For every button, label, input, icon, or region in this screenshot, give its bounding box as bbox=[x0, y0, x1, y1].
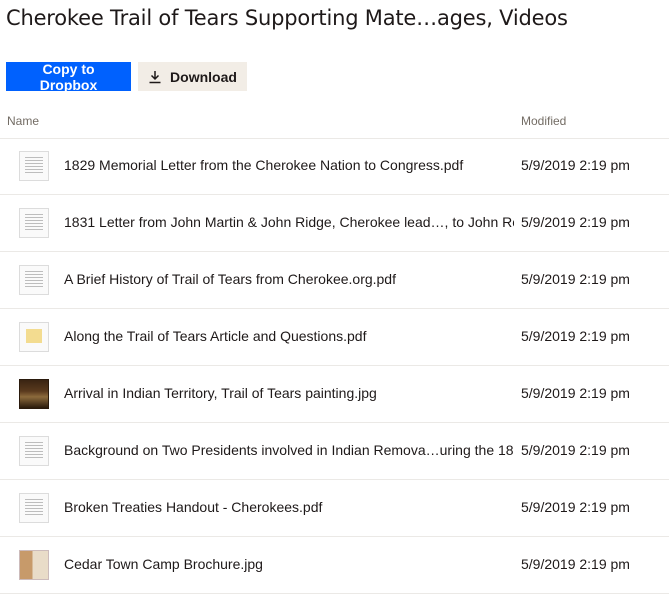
download-button[interactable]: Download bbox=[138, 62, 247, 91]
file-row[interactable]: 1831 Letter from John Martin & John Ridg… bbox=[0, 195, 669, 252]
table-header: Name Modified bbox=[0, 108, 669, 139]
file-modified: 5/9/2019 2:19 pm bbox=[521, 385, 630, 401]
column-header-modified[interactable]: Modified bbox=[521, 114, 566, 128]
file-thumbnail bbox=[19, 379, 49, 409]
file-thumbnail bbox=[19, 208, 49, 238]
toolbar: Copy to Dropbox Download bbox=[6, 61, 247, 93]
column-header-name[interactable]: Name bbox=[7, 114, 39, 128]
file-row[interactable]: Cedar Town Camp Brochure.jpg 5/9/2019 2:1… bbox=[0, 537, 669, 594]
file-row[interactable]: 1829 Memorial Letter from the Cherokee N… bbox=[0, 138, 669, 195]
file-name[interactable]: 1831 Letter from John Martin & John Ridg… bbox=[64, 214, 514, 230]
file-thumbnail bbox=[19, 151, 49, 181]
file-thumbnail bbox=[19, 550, 49, 580]
file-modified: 5/9/2019 2:19 pm bbox=[521, 271, 630, 287]
file-name[interactable]: Background on Two Presidents involved in… bbox=[64, 442, 514, 458]
file-modified: 5/9/2019 2:19 pm bbox=[521, 214, 630, 230]
file-row[interactable]: A Brief History of Trail of Tears from C… bbox=[0, 252, 669, 309]
file-row[interactable]: Along the Trail of Tears Article and Que… bbox=[0, 309, 669, 366]
file-modified: 5/9/2019 2:19 pm bbox=[521, 157, 630, 173]
copy-to-dropbox-button[interactable]: Copy to Dropbox bbox=[6, 61, 131, 93]
download-label: Download bbox=[170, 68, 237, 85]
file-thumbnail bbox=[19, 493, 49, 523]
file-modified: 5/9/2019 2:19 pm bbox=[521, 328, 630, 344]
file-row[interactable]: Background on Two Presidents involved in… bbox=[0, 423, 669, 480]
page-title: Cherokee Trail of Tears Supporting Mate…… bbox=[6, 6, 568, 30]
file-thumbnail bbox=[19, 265, 49, 295]
file-modified: 5/9/2019 2:19 pm bbox=[521, 556, 630, 572]
file-name[interactable]: Arrival in Indian Territory, Trail of Te… bbox=[64, 385, 514, 401]
file-modified: 5/9/2019 2:19 pm bbox=[521, 499, 630, 515]
download-icon bbox=[149, 70, 161, 83]
file-name[interactable]: Along the Trail of Tears Article and Que… bbox=[64, 328, 514, 344]
file-name[interactable]: A Brief History of Trail of Tears from C… bbox=[64, 271, 514, 287]
file-modified: 5/9/2019 2:19 pm bbox=[521, 442, 630, 458]
file-name[interactable]: Cedar Town Camp Brochure.jpg bbox=[64, 556, 514, 572]
file-list: 1829 Memorial Letter from the Cherokee N… bbox=[0, 138, 669, 594]
file-row[interactable]: Arrival in Indian Territory, Trail of Te… bbox=[0, 366, 669, 423]
file-thumbnail bbox=[19, 436, 49, 466]
file-row[interactable]: Broken Treaties Handout - Cherokees.pdf 5… bbox=[0, 480, 669, 537]
file-name[interactable]: 1829 Memorial Letter from the Cherokee N… bbox=[64, 157, 514, 173]
file-name[interactable]: Broken Treaties Handout - Cherokees.pdf bbox=[64, 499, 514, 515]
file-thumbnail bbox=[19, 322, 49, 352]
